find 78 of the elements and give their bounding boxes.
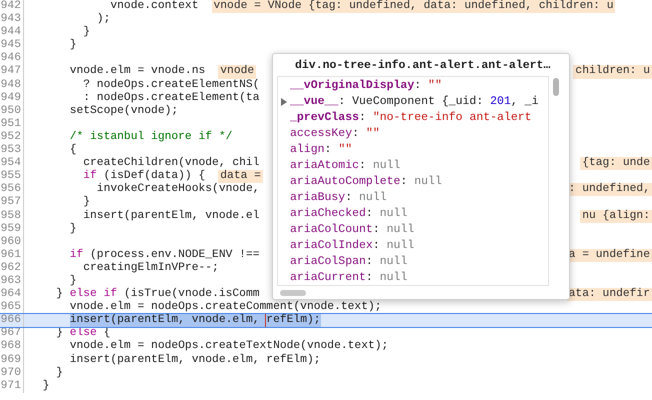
code-line: } [68, 274, 76, 288]
popover-title: div.no-tree-info.ant-alert.ant-alert… [294, 59, 552, 74]
code-line: /* istanbul ignore if */ [68, 130, 232, 144]
line-number: 950 [0, 104, 24, 118]
code-line: invokeCreateHooks(vnode, [96, 183, 260, 196]
line-number: 969 [0, 354, 24, 367]
code-line: } [55, 366, 63, 380]
property-entry: ariaChecked: null [290, 206, 408, 222]
line-number: 949 [0, 92, 24, 105]
code-line: } [68, 39, 76, 52]
code-line: } else if (isTrue(vnode.isComm [55, 288, 260, 300]
line-number: 959 [0, 222, 24, 236]
line-number: 942 [0, 0, 24, 14]
line-number: 955 [0, 170, 24, 184]
value-annotation: vnode = VNode {tag: undefined, data: undefined, children: u [212, 0, 616, 14]
value-annotation: ata: undefir [566, 288, 652, 302]
code-line: createChildren(vnode, chil [82, 157, 260, 170]
code-line: insert(parentElm, vnode.el [82, 210, 260, 223]
line-number: 947 [0, 65, 24, 79]
code-line: vnode.elm = nodeOps.createTextNode(vnode.text); [68, 340, 388, 354]
line-number: 961 [0, 248, 24, 262]
scrollbar-thumb[interactable] [553, 78, 559, 96]
code-line: vnode.elm = nodeOps.createComment(vnode.text); [68, 301, 382, 314]
code-line: insert(parentElm, vnode.elm, refElm); [68, 354, 321, 367]
property-entry: accessKey: "" [290, 126, 380, 142]
line-number: 971 [0, 380, 24, 393]
property-entry: __vue__: VueComponent {_uid: 201, _i [290, 94, 538, 110]
line-number: 958 [0, 210, 24, 223]
property-entry: ariaColCount: null [290, 222, 414, 238]
value-annotation: vnode [218, 65, 256, 79]
expand-triangle-icon[interactable] [281, 98, 287, 106]
property-entry: ariaColSpan: null [290, 254, 408, 270]
code-line: vnode.elm = vnode.ns [68, 65, 206, 78]
line-number: 968 [0, 340, 24, 354]
line-number: 952 [0, 130, 24, 144]
value-annotation: nu {align: [580, 210, 652, 223]
line-number: 946 [0, 52, 24, 66]
line-number: 954 [0, 157, 24, 170]
value-annotation: {tag: unde [580, 157, 652, 170]
value-annotation: children: u [573, 65, 652, 79]
line-number: 966 [0, 314, 24, 328]
property-entry: _prevClass: "no-tree-info ant-alert [290, 110, 532, 126]
code-line: { [68, 144, 76, 158]
code-line: setScope(vnode); [68, 104, 178, 118]
code-line: if (isDef(data)) { [82, 170, 206, 182]
code-line: } [82, 26, 90, 40]
property-entry: ariaAutoComplete: null [290, 174, 442, 190]
property-entry: ariaBusy: null [290, 190, 387, 206]
code-line: } [82, 196, 90, 210]
line-number: 953 [0, 144, 24, 158]
code-line: vnode.context [109, 0, 198, 14]
code-line: creatingElmInVPre--; [82, 262, 219, 275]
line-number: 960 [0, 236, 24, 249]
code-line: } [42, 380, 50, 393]
code-line: if (process.env.NODE_ENV !== [68, 248, 260, 262]
property-entry: ariaAtomic: null [290, 158, 400, 174]
property-entry: __vOriginalDisplay: "" [290, 78, 442, 94]
line-number: 963 [0, 274, 24, 288]
property-entry: align: "" [290, 142, 352, 158]
code-line: ); [96, 13, 110, 26]
line-number: 943 [0, 13, 24, 26]
line-number: 957 [0, 196, 24, 210]
code-line: ? nodeOps.createElementNS( [82, 78, 260, 92]
property-entry: ariaCurrent: null [290, 270, 408, 285]
line-number: 962 [0, 262, 24, 275]
value-annotation: data = [218, 170, 263, 184]
line-number: 944 [0, 26, 24, 40]
line-number: 956 [0, 183, 24, 196]
line-number: 964 [0, 288, 24, 302]
property-entry: ariaColIndex: null [290, 238, 414, 254]
code-line: insert(parentElm, vnode.elm, refElm); [68, 314, 321, 328]
code-line: } [68, 222, 76, 236]
line-number: 970 [0, 366, 24, 380]
line-number: 945 [0, 39, 24, 52]
line-number: 948 [0, 78, 24, 92]
line-number: 951 [0, 118, 24, 131]
scrollbar-thumb[interactable] [280, 290, 306, 296]
code-line: : nodeOps.createElement(ta [82, 92, 260, 104]
